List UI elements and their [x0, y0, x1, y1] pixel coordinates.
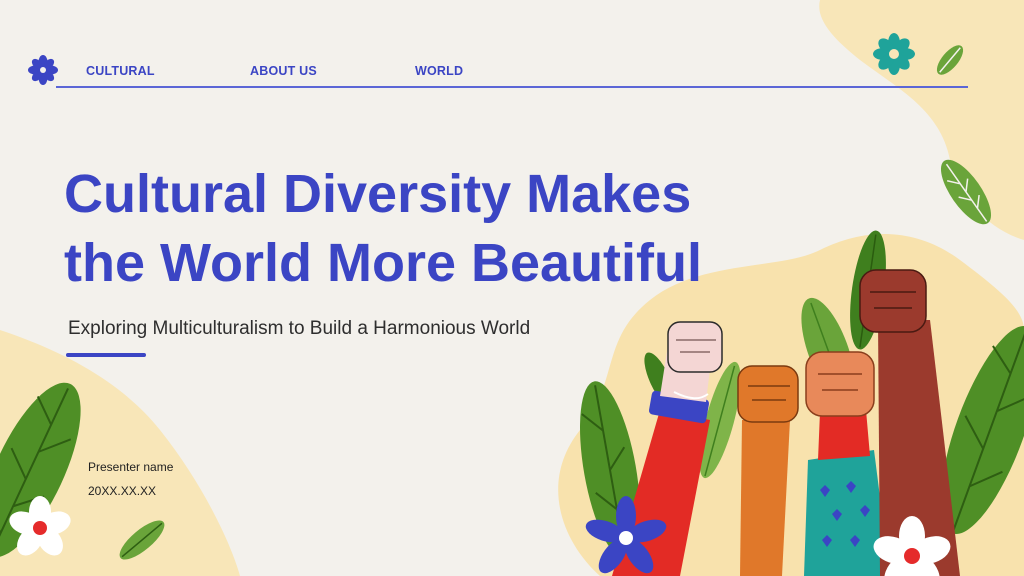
nav-divider — [56, 86, 968, 88]
subtitle-underline — [66, 353, 146, 357]
slide: CULTURAL ABOUT US WORLD Cultural Diversi… — [0, 0, 1024, 576]
title-line-1: Cultural Diversity Makes — [64, 164, 692, 224]
nav-item-world[interactable]: WORLD — [415, 64, 463, 78]
nav-item-about-us[interactable]: ABOUT US — [250, 64, 317, 78]
presentation-date: 20XX.XX.XX — [88, 484, 157, 498]
presenter-name: Presenter name — [88, 460, 174, 474]
flower-logo-icon — [28, 55, 58, 85]
top-right-blob — [819, 0, 1024, 240]
title-line-2: the World More Beautiful — [64, 233, 703, 293]
page-title: Cultural Diversity Makes the World More … — [64, 160, 844, 298]
subtitle: Exploring Multiculturalism to Build a Ha… — [68, 318, 531, 339]
nav-item-cultural[interactable]: CULTURAL — [86, 64, 155, 78]
